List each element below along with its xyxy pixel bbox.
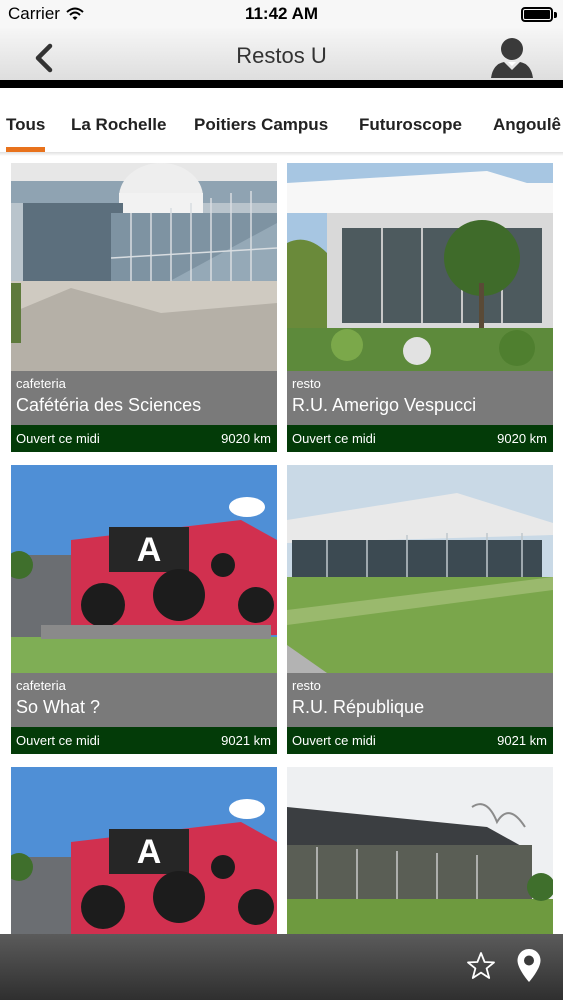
- restaurant-photo: A: [11, 465, 277, 673]
- restaurant-status-bar: Ouvert ce midi 9021 km: [287, 727, 553, 754]
- clock: 11:42 AM: [244, 4, 319, 23]
- status-bar: Carrier 11:42 AM: [0, 0, 563, 28]
- restaurant-name: R.U. République: [292, 697, 425, 717]
- opening-status: Ouvert ce midi: [292, 733, 376, 748]
- restaurant-info: cafeteria Cafétéria des Sciences: [11, 371, 277, 425]
- page-title: Restos U: [236, 43, 327, 68]
- opening-status: Ouvert ce midi: [16, 733, 100, 748]
- restaurant-status-bar: Ouvert ce midi 9020 km: [287, 425, 553, 452]
- star-icon[interactable]: [466, 951, 496, 981]
- campus-tabs: Tous La Rochelle Poitiers Campus Futuros…: [0, 96, 563, 152]
- svg-text:A: A: [137, 833, 162, 871]
- tab-la-rochelle[interactable]: La Rochelle: [71, 96, 166, 152]
- restaurant-info: resto R.U. Amerigo Vespucci: [287, 371, 553, 425]
- tab-tous[interactable]: Tous: [6, 96, 46, 152]
- distance: 9021 km: [221, 733, 271, 748]
- tab-futuroscope[interactable]: Futuroscope: [359, 96, 462, 152]
- restaurant-category: resto: [292, 678, 321, 693]
- restaurant-name: Cafétéria des Sciences: [16, 395, 202, 415]
- navigation-bar: Restos U: [0, 28, 563, 88]
- svg-text:A: A: [137, 531, 162, 569]
- restaurant-status-bar: Ouvert ce midi 9020 km: [11, 425, 277, 452]
- restaurant-info: cafeteria So What ?: [11, 673, 277, 727]
- restaurant-name: So What ?: [16, 697, 101, 717]
- restaurant-photo: [11, 163, 277, 371]
- restaurant-photo: [287, 163, 553, 371]
- restaurant-photo: [287, 465, 553, 673]
- distance: 9020 km: [497, 431, 547, 446]
- restaurant-status-bar: Ouvert ce midi 9021 km: [11, 727, 277, 754]
- restaurant-category: resto: [292, 376, 321, 391]
- opening-status: Ouvert ce midi: [292, 431, 376, 446]
- restaurant-name: R.U. Amerigo Vespucci: [292, 395, 477, 415]
- distance: 9020 km: [221, 431, 271, 446]
- bottom-toolbar: [0, 934, 563, 1000]
- opening-status: Ouvert ce midi: [16, 431, 100, 446]
- user-icon[interactable]: [489, 36, 535, 80]
- battery-icon: [521, 7, 557, 22]
- distance: 9021 km: [497, 733, 547, 748]
- tabs-divider: [0, 152, 563, 156]
- restaurant-category: cafeteria: [16, 376, 66, 391]
- tab-angouleme[interactable]: Angoulê: [493, 96, 561, 152]
- restaurant-category: cafeteria: [16, 678, 66, 693]
- location-pin-icon[interactable]: [516, 948, 542, 984]
- restaurant-info: resto R.U. République: [287, 673, 553, 727]
- tab-poitiers-campus[interactable]: Poitiers Campus: [194, 96, 328, 152]
- app-screen: Carrier 11:42 AM Restos U Tous La Rochel…: [0, 0, 563, 1000]
